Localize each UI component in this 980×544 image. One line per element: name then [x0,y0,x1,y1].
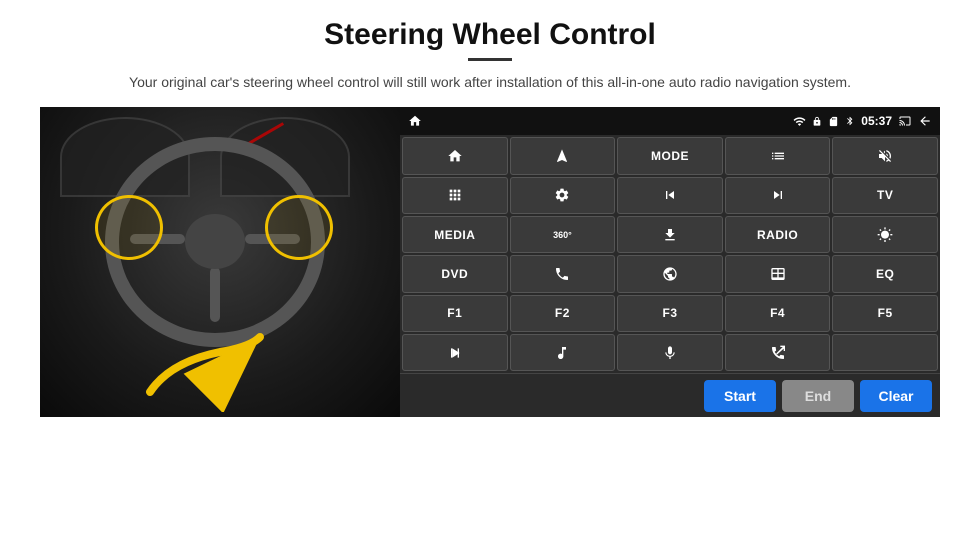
btn-nav[interactable] [510,137,616,174]
cast-icon [898,115,912,127]
end-button[interactable]: End [782,380,854,412]
btn-list[interactable] [725,137,831,174]
btn-playpause[interactable] [402,334,508,371]
btn-eject[interactable] [617,216,723,253]
sw-spoke-bottom [210,267,220,322]
btn-mic[interactable] [617,334,723,371]
btn-dvd[interactable]: DVD [402,255,508,292]
status-time: 05:37 [861,114,892,128]
sd-icon [828,115,839,128]
clear-button[interactable]: Clear [860,380,932,412]
btn-call[interactable] [725,334,831,371]
btn-music[interactable] [510,334,616,371]
status-right: 05:37 [793,114,932,128]
bluetooth-icon [845,114,855,128]
btn-360[interactable]: 360° [510,216,616,253]
btn-empty [832,334,938,371]
highlight-circle-left [95,195,163,260]
steering-wheel-image [40,107,400,417]
yellow-arrow [140,322,270,412]
btn-media[interactable]: MEDIA [402,216,508,253]
btn-f3[interactable]: F3 [617,295,723,332]
btn-settings[interactable] [510,177,616,214]
btn-f5[interactable]: F5 [832,295,938,332]
btn-eq[interactable]: EQ [832,255,938,292]
home-status-icon [408,114,422,128]
btn-home[interactable] [402,137,508,174]
page-title: Steering Wheel Control [324,18,656,52]
btn-next[interactable] [725,177,831,214]
page-subtitle: Your original car's steering wheel contr… [129,71,851,93]
highlight-circle-right [265,195,333,260]
btn-apps[interactable] [402,177,508,214]
btn-browse[interactable] [617,255,723,292]
status-left [408,114,422,128]
btn-brightness[interactable] [832,216,938,253]
back-icon [918,114,932,128]
btn-phone[interactable] [510,255,616,292]
page-container: Steering Wheel Control Your original car… [0,0,980,544]
wifi-icon [793,115,806,128]
btn-f1[interactable]: F1 [402,295,508,332]
btn-mode[interactable]: MODE [617,137,723,174]
btn-radio[interactable]: RADIO [725,216,831,253]
button-grid: MODE [400,135,940,373]
status-bar: 05:37 [400,107,940,135]
btn-mute[interactable] [832,137,938,174]
steering-wheel-bg [40,107,400,417]
btn-prev[interactable] [617,177,723,214]
start-button[interactable]: Start [704,380,776,412]
main-content: 05:37 MODE [40,107,940,417]
lock-icon [812,115,822,128]
radio-panel: 05:37 MODE [400,107,940,417]
btn-window[interactable] [725,255,831,292]
btn-tv[interactable]: TV [832,177,938,214]
btn-f4[interactable]: F4 [725,295,831,332]
title-divider [468,58,512,61]
btn-f2[interactable]: F2 [510,295,616,332]
bottom-bar: Start End Clear [400,373,940,417]
